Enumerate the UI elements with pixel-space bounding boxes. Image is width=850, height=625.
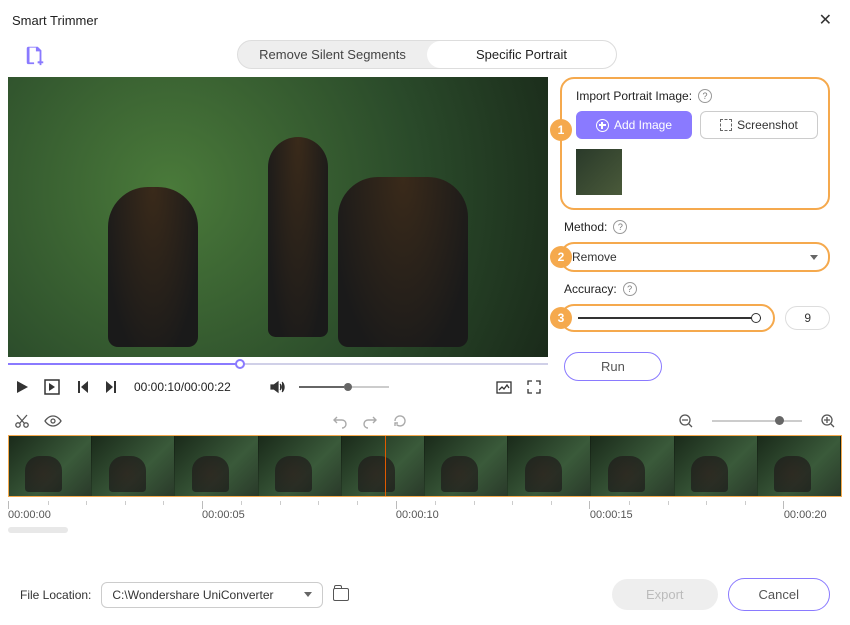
open-folder-icon[interactable]	[333, 588, 349, 601]
accuracy-group: 3	[560, 304, 775, 332]
import-portrait-group: 1 Import Portrait Image: ? Add Image Scr…	[560, 77, 830, 210]
accuracy-slider[interactable]	[578, 314, 761, 322]
zoom-in-icon[interactable]	[820, 413, 836, 429]
app-logo-icon	[24, 44, 46, 66]
add-image-button[interactable]: Add Image	[576, 111, 692, 139]
help-icon[interactable]: ?	[613, 220, 627, 234]
import-label: Import Portrait Image:	[576, 89, 692, 103]
undo-icon[interactable]	[332, 413, 348, 429]
help-icon[interactable]: ?	[623, 282, 637, 296]
step-badge-1: 1	[550, 119, 572, 141]
accuracy-value: 9	[785, 306, 830, 330]
portrait-thumbnail[interactable]	[576, 149, 622, 195]
cancel-button[interactable]: Cancel	[728, 578, 830, 611]
play-next-icon[interactable]	[44, 379, 60, 395]
eye-icon[interactable]	[44, 413, 62, 429]
export-button: Export	[612, 579, 718, 610]
chevron-down-icon	[304, 592, 312, 597]
run-button[interactable]: Run	[564, 352, 662, 381]
time-display: 00:00:10/00:00:22	[134, 380, 231, 394]
mode-tabs: Remove Silent Segments Specific Portrait	[237, 40, 617, 69]
window-title: Smart Trimmer	[12, 13, 98, 28]
plus-icon	[596, 119, 609, 132]
tab-specific-portrait[interactable]: Specific Portrait	[427, 41, 616, 68]
reset-icon[interactable]	[392, 413, 408, 429]
screenshot-button[interactable]: Screenshot	[700, 111, 818, 139]
fullscreen-icon[interactable]	[526, 379, 542, 395]
help-icon[interactable]: ?	[698, 89, 712, 103]
crop-icon	[720, 119, 732, 131]
play-icon[interactable]	[14, 379, 30, 395]
playhead[interactable]	[385, 435, 386, 496]
volume-icon[interactable]	[269, 379, 285, 395]
chevron-down-icon	[810, 255, 818, 260]
next-icon[interactable]	[104, 379, 120, 395]
tab-remove-silent[interactable]: Remove Silent Segments	[238, 41, 427, 68]
timeline[interactable]	[8, 435, 842, 497]
prev-icon[interactable]	[74, 379, 90, 395]
time-ruler: 00:00:0000:00:0500:00:1000:00:1500:00:20	[8, 501, 842, 521]
file-location-label: File Location:	[20, 588, 91, 602]
method-group: 2 Remove	[560, 242, 830, 272]
close-icon[interactable]: ✕	[813, 8, 838, 32]
timeline-scrollbar[interactable]	[8, 527, 68, 533]
accuracy-label: Accuracy:	[564, 282, 617, 296]
zoom-out-icon[interactable]	[678, 413, 694, 429]
file-location-select[interactable]: C:\Wondershare UniConverter	[101, 582, 322, 608]
volume-slider[interactable]	[299, 386, 389, 388]
method-select[interactable]: Remove	[562, 244, 828, 270]
step-badge-3: 3	[550, 307, 572, 329]
cut-icon[interactable]	[14, 413, 30, 429]
step-badge-2: 2	[550, 246, 572, 268]
scrub-bar[interactable]	[8, 359, 548, 369]
snapshot-icon[interactable]	[496, 379, 512, 395]
video-preview	[8, 77, 548, 357]
redo-icon[interactable]	[362, 413, 378, 429]
method-label: Method:	[564, 220, 607, 234]
zoom-slider[interactable]	[712, 420, 802, 422]
